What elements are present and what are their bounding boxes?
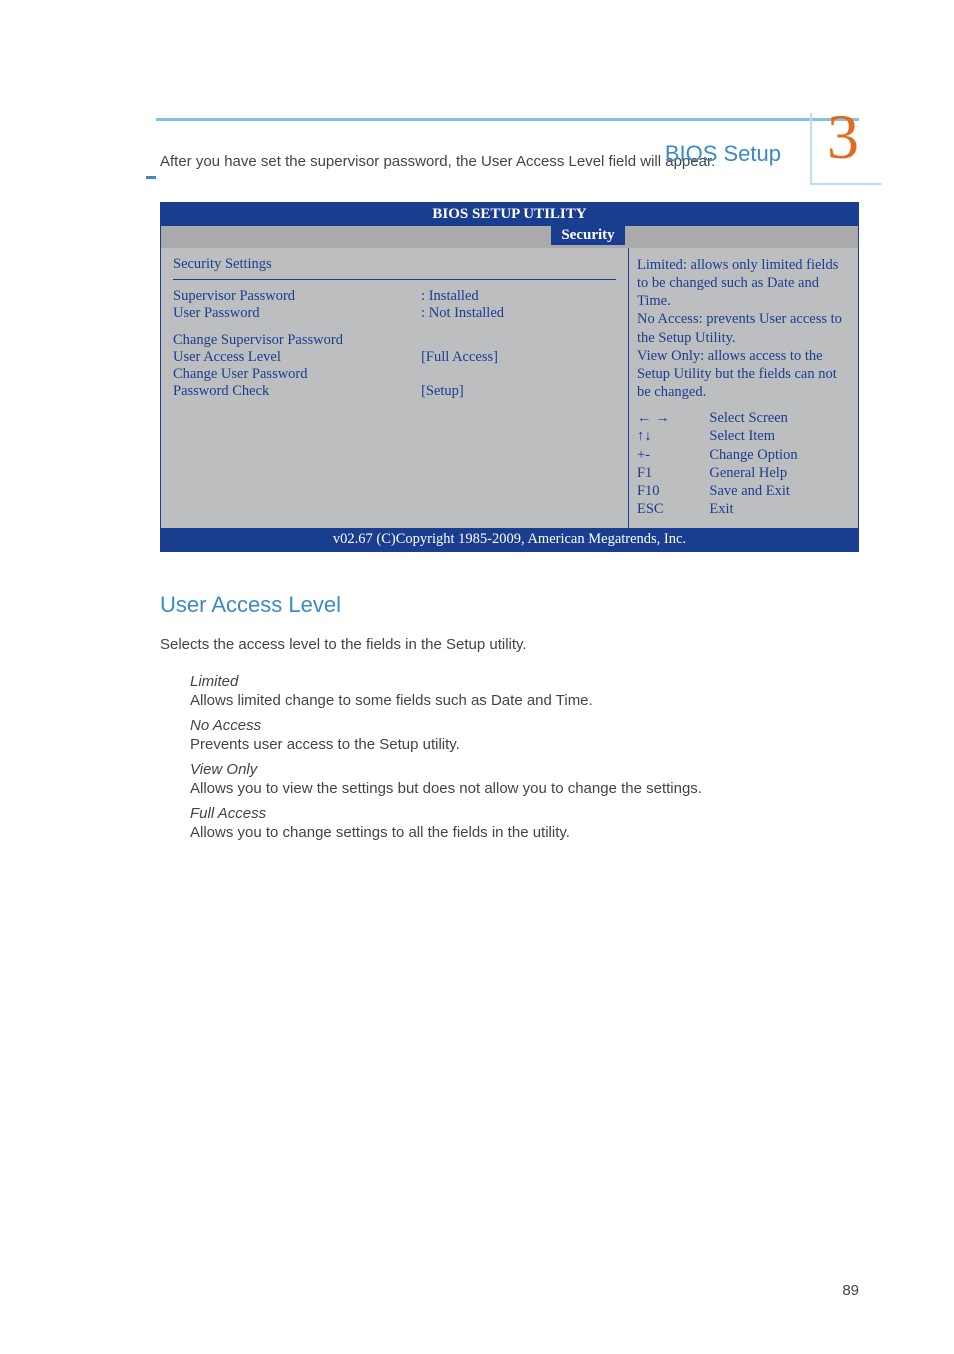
bios-settings-panel: Security Settings Supervisor Password : …: [161, 248, 628, 528]
option-limited-desc: Allows limited change to some fields suc…: [190, 690, 859, 711]
bios-password-check-label: Password Check: [173, 383, 421, 400]
bios-key: F1: [637, 464, 709, 482]
bios-key-row: F1General Help: [637, 464, 850, 482]
option-fullaccess-name: Full Access: [190, 805, 859, 822]
bios-key: ← →: [637, 409, 709, 427]
bios-key-action: Select Item: [709, 427, 850, 445]
chapter-title: BIOS Setup: [665, 141, 781, 167]
bios-key: ESC: [637, 500, 709, 518]
bios-key-row: ESCExit: [637, 500, 850, 518]
option-noaccess-desc: Prevents user access to the Setup utilit…: [190, 734, 859, 755]
bios-setup-screenshot: BIOS SETUP UTILITY Security Security Set…: [160, 202, 859, 552]
bios-change-user-pw: Change User Password: [173, 366, 421, 383]
bios-key: F10: [637, 482, 709, 500]
bios-user-pw-label: User Password: [173, 305, 421, 322]
header-tick-icon: [146, 176, 156, 179]
option-noaccess-name: No Access: [190, 717, 859, 734]
bios-user-pw-value: : Not Installed: [421, 305, 616, 322]
bios-key-row: ↑↓Select Item: [637, 427, 850, 445]
bios-key-action: Select Screen: [709, 409, 850, 427]
bios-tab-security: Security: [551, 226, 624, 245]
bios-key-action: General Help: [709, 464, 850, 482]
bios-panel-heading: Security Settings: [173, 256, 616, 273]
section-heading-user-access-level: User Access Level: [160, 592, 859, 618]
option-fullaccess-desc: Allows you to change settings to all the…: [190, 822, 859, 843]
page-header: BIOS Setup 3: [160, 118, 859, 121]
bios-supervisor-pw-value: : Installed: [421, 288, 616, 305]
chapter-number: 3: [827, 100, 859, 174]
bios-key-row: ← →Select Screen: [637, 409, 850, 427]
bios-title: BIOS SETUP UTILITY: [161, 203, 858, 226]
bios-divider: [173, 279, 616, 280]
bios-key-action: Exit: [709, 500, 850, 518]
bios-key-row: +-Change Option: [637, 446, 850, 464]
bios-help-text: Limited: allows only limited fields to b…: [637, 256, 850, 409]
option-viewonly-desc: Allows you to view the settings but does…: [190, 778, 859, 799]
header-rule: [156, 118, 859, 121]
bios-user-access-level-label: User Access Level: [173, 349, 421, 366]
section-description: Selects the access level to the fields i…: [160, 636, 859, 653]
bios-key-legend: ← →Select Screen↑↓Select Item+-Change Op…: [637, 409, 850, 518]
bios-tab-bar: Security: [161, 226, 858, 248]
options-list: Limited Allows limited change to some fi…: [190, 673, 859, 843]
bios-key: ↑↓: [637, 427, 709, 445]
bios-supervisor-pw-label: Supervisor Password: [173, 288, 421, 305]
bios-footer: v02.67 (C)Copyright 1985-2009, American …: [161, 528, 858, 551]
bios-change-supervisor-pw: Change Supervisor Password: [173, 332, 421, 349]
option-viewonly-name: View Only: [190, 761, 859, 778]
bios-user-access-level-value: [Full Access]: [421, 349, 616, 366]
option-limited-name: Limited: [190, 673, 859, 690]
bios-help-panel: Limited: allows only limited fields to b…: [628, 248, 858, 528]
page-number: 89: [842, 1282, 859, 1299]
bios-key-row: F10Save and Exit: [637, 482, 850, 500]
bios-key: +-: [637, 446, 709, 464]
bios-key-action: Change Option: [709, 446, 850, 464]
bios-password-check-value: [Setup]: [421, 383, 616, 400]
bios-key-action: Save and Exit: [709, 482, 850, 500]
